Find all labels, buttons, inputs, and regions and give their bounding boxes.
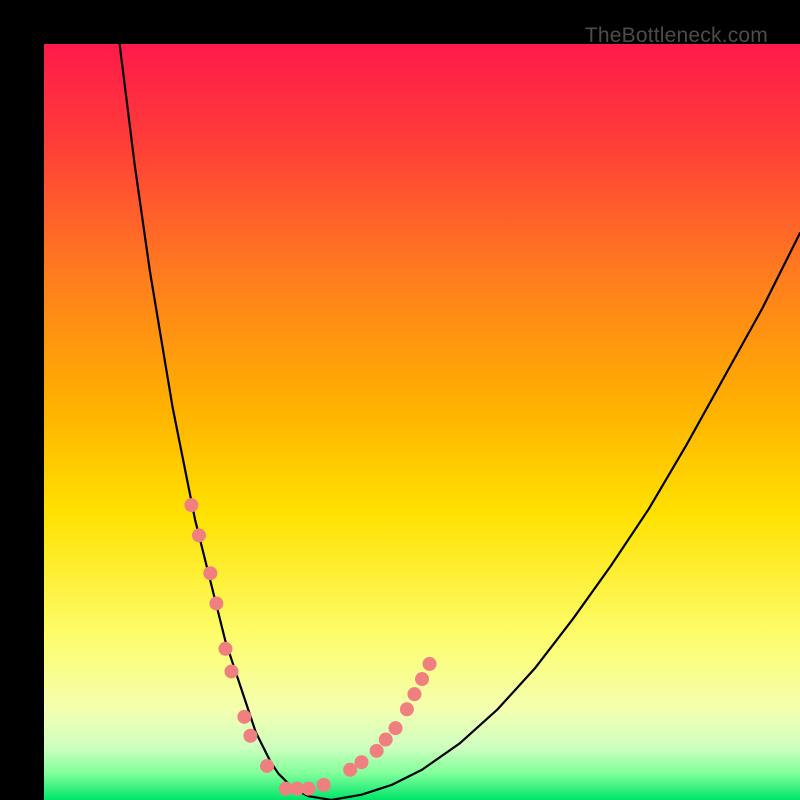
curve-marker — [192, 528, 206, 542]
curve-marker — [260, 759, 274, 773]
curve-marker — [209, 596, 223, 610]
curve-marker — [302, 782, 316, 796]
curve-marker — [317, 778, 331, 792]
gradient-background — [44, 44, 800, 800]
curve-marker — [218, 642, 232, 656]
curve-marker — [407, 687, 421, 701]
curve-marker — [355, 755, 369, 769]
curve-marker — [423, 657, 437, 671]
chart-plot — [44, 44, 800, 800]
chart-frame: TheBottleneck.com — [0, 0, 800, 800]
curve-marker — [237, 710, 251, 724]
curve-marker — [224, 664, 238, 678]
curve-marker — [243, 729, 257, 743]
curve-marker — [370, 744, 384, 758]
watermark-text: TheBottleneck.com — [585, 24, 768, 48]
curve-marker — [389, 721, 403, 735]
curve-marker — [400, 702, 414, 716]
curve-marker — [203, 566, 217, 580]
curve-marker — [184, 498, 198, 512]
curve-marker — [415, 672, 429, 686]
curve-marker — [379, 733, 393, 747]
